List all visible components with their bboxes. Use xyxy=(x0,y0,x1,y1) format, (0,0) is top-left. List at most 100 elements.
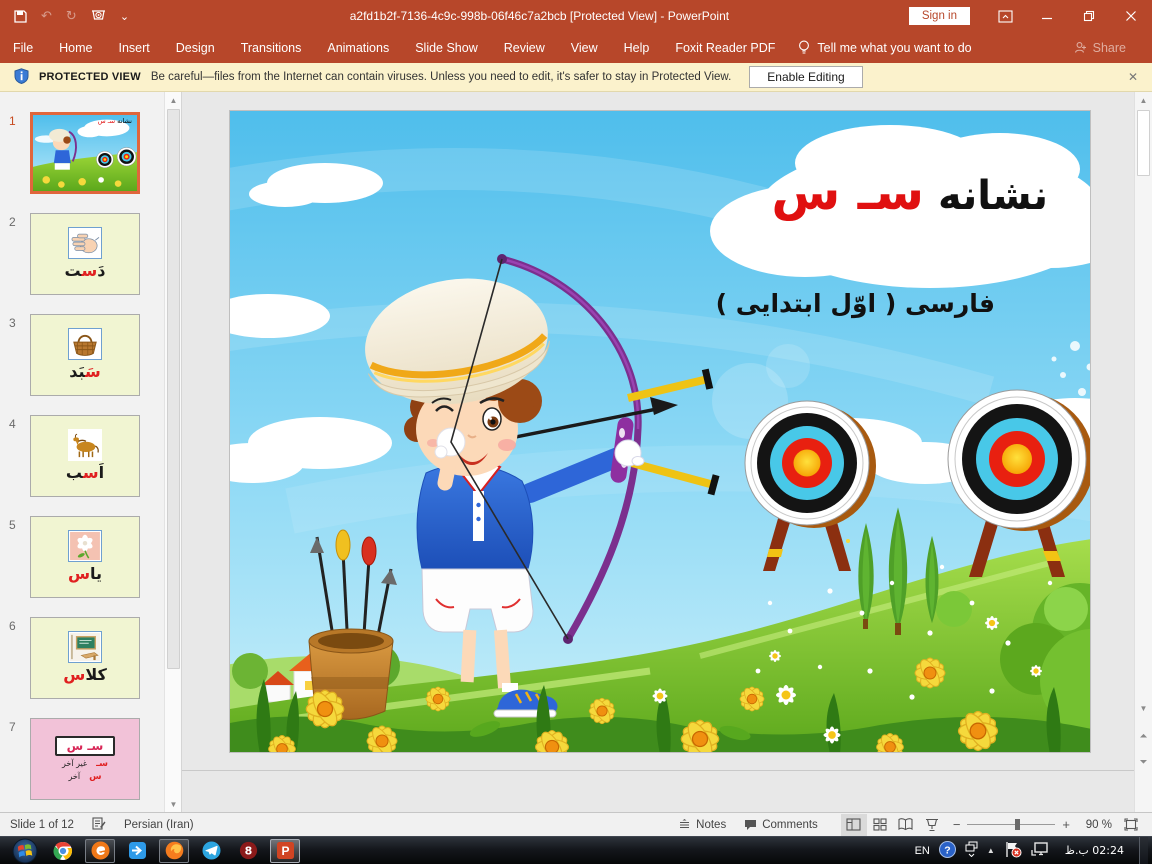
scroll-down-icon[interactable]: ▼ xyxy=(1135,700,1152,716)
chrome-icon[interactable] xyxy=(48,839,78,863)
minimize-button[interactable] xyxy=(1026,0,1068,32)
slide-number: 7 xyxy=(0,718,30,800)
tab-slideshow[interactable]: Slide Show xyxy=(402,32,491,63)
window-title: a2fd1b2f-7136-4c9c-998b-06f46c7a2bcb [Pr… xyxy=(170,9,909,23)
sign-in-button[interactable]: Sign in xyxy=(909,7,970,25)
ribbon-display-options-icon[interactable] xyxy=(984,0,1026,32)
thumb-word: دَس‍‍ت xyxy=(65,262,106,280)
start-button[interactable] xyxy=(10,838,40,864)
scroll-up-icon[interactable]: ▲ xyxy=(1135,92,1152,108)
enable-editing-button[interactable]: Enable Editing xyxy=(749,66,862,88)
zoom-percentage[interactable]: 90 % xyxy=(1078,819,1112,831)
thumbnail-slide-4[interactable]: اَس‍‍ب xyxy=(30,415,140,497)
protected-view-message: Be careful—files from the Internet can c… xyxy=(151,71,731,83)
comments-icon xyxy=(744,819,757,831)
language-indicator[interactable]: Persian (Iran) xyxy=(124,819,194,831)
thumbnail-slide-3[interactable]: سَ‍‍بَد xyxy=(30,314,140,396)
next-slide-icon[interactable]: ⏷ xyxy=(1135,754,1152,770)
keyboard-language-indicator[interactable]: EN xyxy=(915,845,930,857)
previous-slide-icon[interactable]: ⏶ xyxy=(1135,728,1152,744)
zoom-slider-thumb[interactable] xyxy=(1015,819,1020,830)
tab-review[interactable]: Review xyxy=(491,32,558,63)
start-slideshow-icon[interactable] xyxy=(91,10,106,23)
letter-row: سـغیر آخر xyxy=(62,759,108,769)
main-scrollbar[interactable]: ▲ ▼ ⏶ ⏷ xyxy=(1134,92,1152,812)
zoom-slider[interactable] xyxy=(967,824,1055,825)
shield-info-icon xyxy=(14,68,29,87)
action-center-flag-icon[interactable] xyxy=(1004,841,1022,861)
thumbnail-slide-7[interactable]: سـ س سـغیر آخر سآخر xyxy=(30,718,140,800)
lightbulb-icon xyxy=(798,40,810,55)
slideshow-view-button[interactable] xyxy=(919,814,945,836)
customize-qat-icon[interactable]: ⌄ xyxy=(120,10,129,23)
scroll-up-icon[interactable]: ▲ xyxy=(165,92,182,108)
svg-text:?: ? xyxy=(944,844,950,856)
tab-help[interactable]: Help xyxy=(611,32,663,63)
eitaa-icon[interactable] xyxy=(85,839,115,863)
share-button[interactable]: Share xyxy=(1074,41,1126,55)
red-messenger-icon[interactable]: 8 xyxy=(233,839,263,863)
slide-counter[interactable]: Slide 1 of 12 xyxy=(10,819,74,831)
protected-view-label: PROTECTED VIEW xyxy=(39,71,141,83)
jasmine-flower-image xyxy=(68,530,102,562)
show-hidden-icons[interactable]: ▲ xyxy=(987,846,995,855)
notes-icon xyxy=(678,819,691,830)
save-icon[interactable] xyxy=(14,10,27,23)
undo-icon: ↶ xyxy=(41,8,52,24)
tell-me-box[interactable]: Tell me what you want to do xyxy=(798,40,971,55)
tab-home[interactable]: Home xyxy=(46,32,105,63)
thumbnail-slide-5[interactable]: یاس xyxy=(30,516,140,598)
restore-button[interactable] xyxy=(1068,0,1110,32)
network-icon[interactable] xyxy=(1031,841,1050,860)
normal-view-button[interactable] xyxy=(841,814,867,836)
show-desktop-button[interactable] xyxy=(1139,837,1148,864)
taskbar-clock[interactable]: 02:24 ب.ظ xyxy=(1059,844,1130,857)
close-button[interactable] xyxy=(1110,0,1152,32)
slide-canvas[interactable]: نشانه سـ س فارسی ( اوّل ابتدایی ) xyxy=(181,92,1134,812)
thumbnail-slide-2[interactable]: دَس‍‍ت xyxy=(30,213,140,295)
tab-design[interactable]: Design xyxy=(163,32,228,63)
thumbnail-slide-6[interactable]: کلاس xyxy=(30,617,140,699)
reading-view-button[interactable] xyxy=(893,814,919,836)
slide-thumbnail-panel: 1 xyxy=(0,92,164,812)
ribbon-tab-bar: File Home Insert Design Transitions Anim… xyxy=(0,32,1152,63)
horse-image xyxy=(68,429,102,461)
powerpoint-icon[interactable]: P xyxy=(270,839,300,863)
firefox-icon[interactable] xyxy=(159,839,189,863)
telegram-icon[interactable] xyxy=(196,839,226,863)
language-bar-options-icon[interactable] xyxy=(965,841,978,860)
thumb1-title: نشانه سـ س xyxy=(98,118,132,125)
notes-pane-divider[interactable] xyxy=(182,770,1134,771)
tab-insert[interactable]: Insert xyxy=(106,32,163,63)
slide-sorter-view-button[interactable] xyxy=(867,814,893,836)
thumb1-scene xyxy=(33,115,137,191)
letter-forms-box: سـ س xyxy=(55,736,116,756)
language-help-icon[interactable]: ? xyxy=(939,841,956,861)
tab-file[interactable]: File xyxy=(0,32,46,63)
proofing-icon[interactable] xyxy=(92,816,106,833)
quick-access-toolbar: ↶ ↻ ⌄ xyxy=(0,8,170,24)
zoom-out-icon[interactable]: − xyxy=(953,817,961,832)
slide-1-editing-area[interactable]: نشانه سـ س فارسی ( اوّل ابتدایی ) xyxy=(229,110,1091,753)
status-bar: Slide 1 of 12 Persian (Iran) Notes Comme… xyxy=(0,812,1152,836)
basket-image xyxy=(68,328,102,360)
notes-toggle[interactable]: Notes xyxy=(669,813,735,837)
comments-toggle[interactable]: Comments xyxy=(735,813,827,837)
tab-animations[interactable]: Animations xyxy=(314,32,402,63)
tab-foxit[interactable]: Foxit Reader PDF xyxy=(662,32,788,63)
scrollbar-thumb[interactable] xyxy=(1137,110,1150,176)
slide-number: 1 xyxy=(0,112,30,194)
tab-transitions[interactable]: Transitions xyxy=(228,32,315,63)
scroll-down-icon[interactable]: ▼ xyxy=(165,796,182,812)
redo-icon: ↻ xyxy=(66,8,77,24)
tab-view[interactable]: View xyxy=(558,32,611,63)
scrollbar-thumb[interactable] xyxy=(167,109,180,669)
svg-text:P: P xyxy=(281,844,289,858)
files-app-icon[interactable] xyxy=(122,839,152,863)
thumbnail-scrollbar[interactable]: ▲ ▼ xyxy=(164,92,181,812)
close-infobar-icon[interactable]: ✕ xyxy=(1128,70,1138,84)
fit-slide-to-window-button[interactable] xyxy=(1118,814,1144,836)
zoom-in-icon[interactable]: + xyxy=(1062,817,1070,832)
thumbnail-slide-1[interactable]: نشانه سـ س xyxy=(30,112,140,194)
taskbar-apps: 8 P xyxy=(48,839,300,863)
